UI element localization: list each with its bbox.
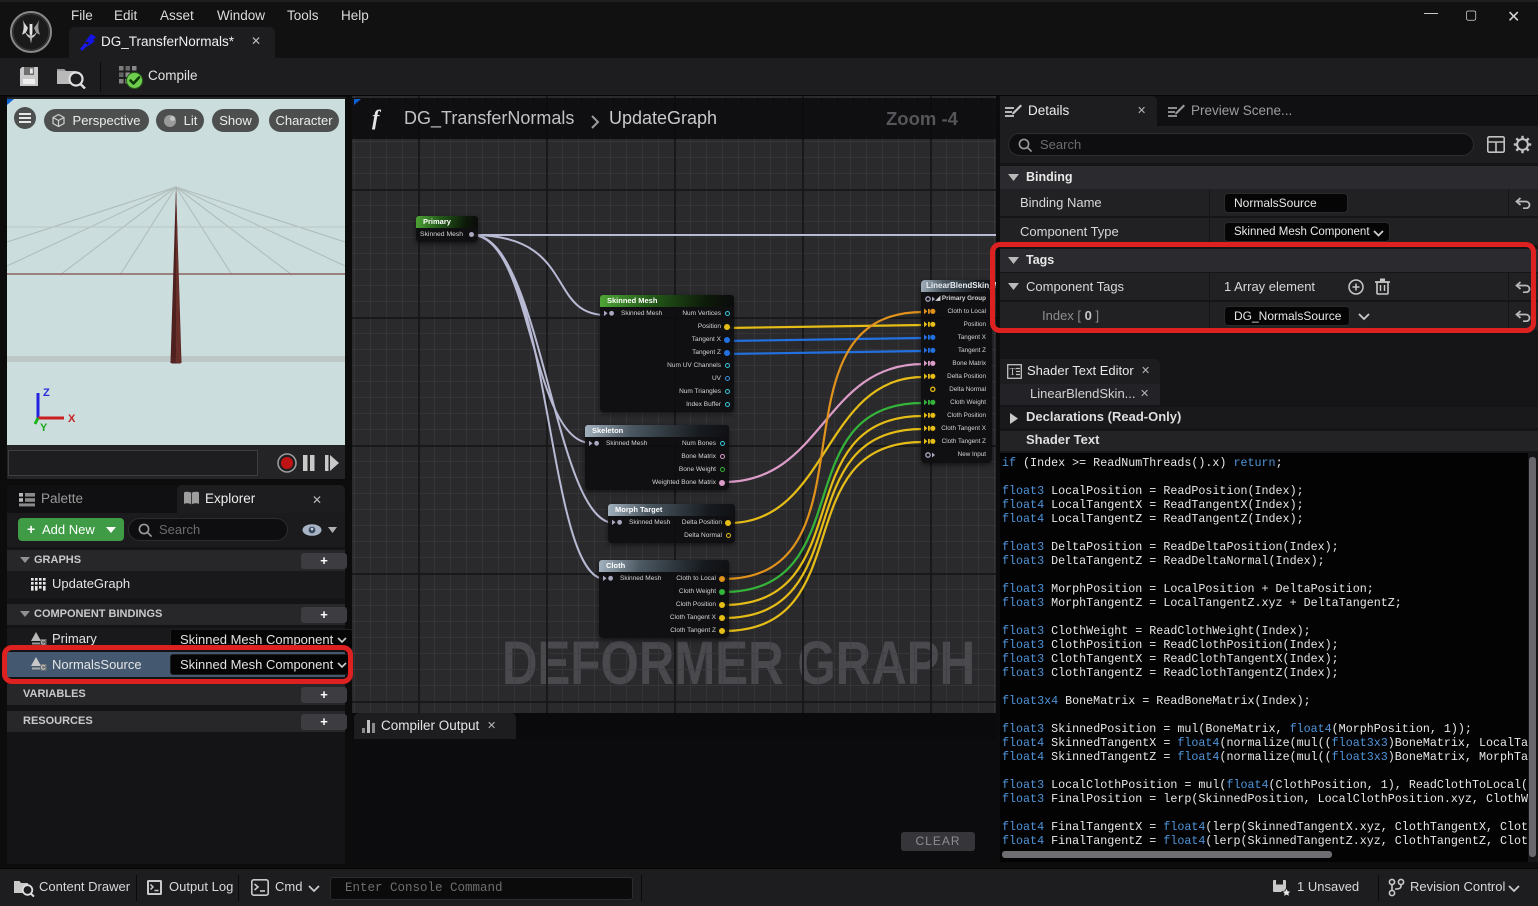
svg-text:Z: Z — [43, 387, 50, 399]
svg-text:Y: Y — [40, 422, 48, 434]
svg-text:X: X — [68, 413, 76, 425]
svg-text:T: T — [1010, 367, 1016, 378]
